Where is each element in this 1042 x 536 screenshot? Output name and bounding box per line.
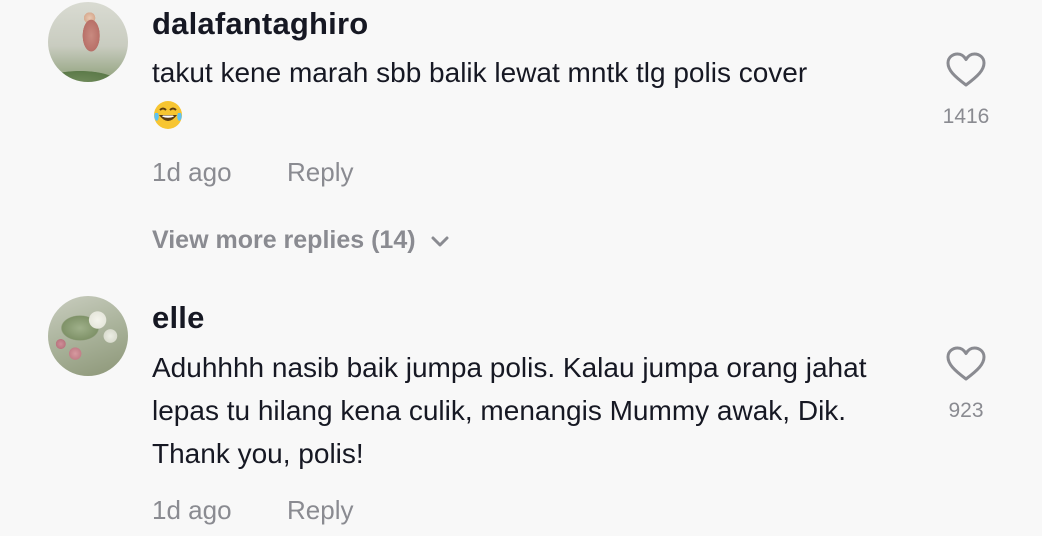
view-more-replies-button[interactable]: View more replies (14)	[152, 226, 450, 255]
comment-text-body: takut kene marah sbb balik lewat mntk tl…	[152, 57, 808, 88]
tears-of-joy-emoji	[154, 101, 182, 129]
comment-username[interactable]: dalafantaghiro	[152, 6, 368, 42]
chevron-down-icon	[431, 236, 449, 246]
reply-button[interactable]: Reply	[287, 495, 353, 526]
avatar[interactable]	[48, 296, 128, 376]
view-more-replies-label: View more replies (14)	[152, 226, 416, 254]
reply-button[interactable]: Reply	[287, 157, 353, 188]
comment-text: Aduhhhh nasib baik jumpa polis. Kalau ju…	[152, 352, 867, 469]
comment-username[interactable]: elle	[152, 300, 205, 336]
heart-icon[interactable]	[946, 346, 986, 382]
avatar[interactable]	[48, 2, 128, 82]
comment-text: takut kene marah sbb balik lewat mntk tl…	[152, 51, 922, 137]
heart-icon[interactable]	[946, 52, 986, 88]
like-count: 1416	[942, 105, 990, 128]
comment-timestamp: 1d ago	[152, 157, 232, 187]
comment-timestamp: 1d ago	[152, 495, 232, 525]
like-count: 923	[948, 399, 984, 422]
